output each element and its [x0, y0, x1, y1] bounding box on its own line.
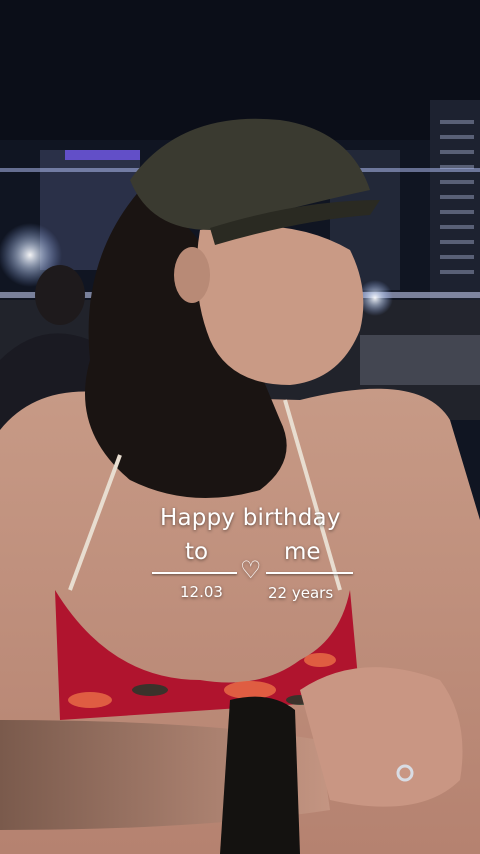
story-frame: Happy birthday to me ♡ 12.03 22 years — [0, 0, 480, 854]
photo-background — [0, 0, 480, 854]
hair-tie — [220, 696, 300, 854]
